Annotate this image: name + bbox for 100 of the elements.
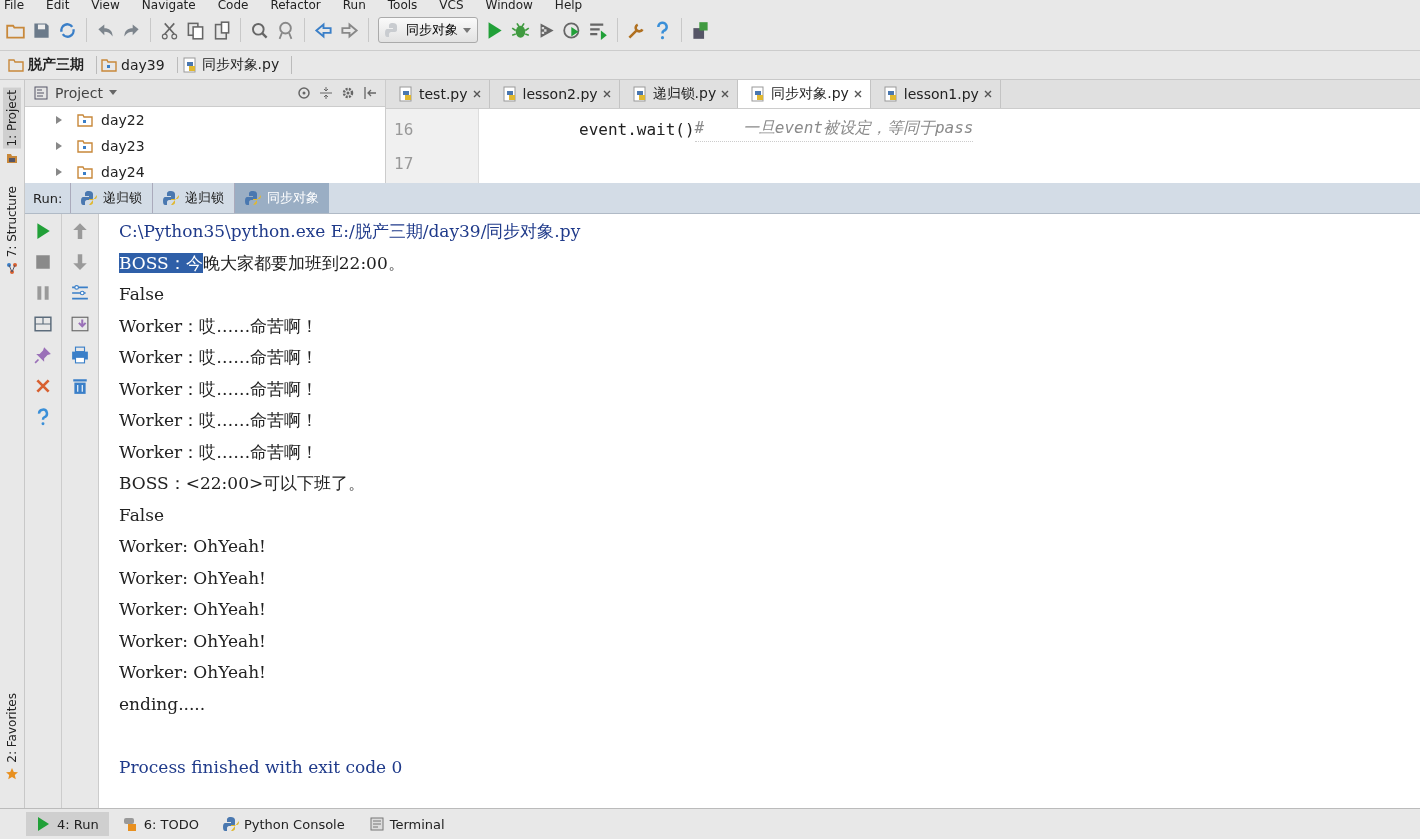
console-line: Worker：哎……命苦啊！ xyxy=(119,410,319,430)
folder-icon xyxy=(77,137,93,154)
pin-icon[interactable] xyxy=(34,346,52,364)
tool-window-tab[interactable]: 1: Project xyxy=(3,88,21,149)
terminal-icon xyxy=(368,816,385,832)
caret-icon xyxy=(108,90,117,96)
folder-icon xyxy=(8,57,24,73)
menu-item[interactable]: Run xyxy=(342,0,366,10)
line-number: 16 xyxy=(393,119,415,141)
target-icon[interactable] xyxy=(297,85,311,100)
sdk-icon[interactable] xyxy=(691,20,710,40)
menu-item[interactable]: Window xyxy=(485,0,533,10)
close-icon[interactable] xyxy=(34,377,52,395)
menu-item[interactable]: Help xyxy=(554,0,583,10)
stop-icon[interactable] xyxy=(34,253,52,271)
pause-icon[interactable] xyxy=(34,284,52,302)
console-line: Worker：哎……命苦啊！ xyxy=(119,441,319,462)
copy-icon[interactable] xyxy=(186,20,205,40)
editor-tab[interactable]: lesson2.py xyxy=(489,80,620,108)
forward-icon[interactable] xyxy=(340,20,359,40)
print-icon[interactable] xyxy=(71,346,89,364)
menu-item[interactable]: Navigate xyxy=(141,0,196,10)
close-icon[interactable] xyxy=(602,90,611,98)
python-icon xyxy=(163,190,180,206)
tool-window-tab[interactable]: 7: Structure xyxy=(3,183,21,259)
editor-tab[interactable]: 递归锁.py xyxy=(619,80,739,108)
editor-tab[interactable]: 同步对象.py xyxy=(738,80,871,108)
python-file-icon xyxy=(882,86,899,102)
replace-icon[interactable] xyxy=(276,20,295,40)
close-icon[interactable] xyxy=(472,90,481,98)
run-configuration-dropdown[interactable]: 同步对象 xyxy=(378,17,478,43)
folder-icon xyxy=(6,151,18,164)
sync-icon[interactable] xyxy=(58,20,77,40)
tree-item[interactable]: day22 xyxy=(55,106,385,133)
console-line: 晚大家都要加班到22:00。 xyxy=(202,252,405,273)
python-file-icon xyxy=(501,86,518,102)
menu-item[interactable]: Edit xyxy=(46,0,70,10)
menu-item[interactable]: Code xyxy=(217,0,249,10)
console-line: C:\Python35\python.exe E:/脱产三期/day39/同步对象.py xyxy=(119,221,581,241)
down-arrow-icon[interactable] xyxy=(71,253,89,271)
todo-icon xyxy=(122,816,139,832)
line-number: 17 xyxy=(393,153,415,175)
run-icon[interactable] xyxy=(34,222,52,240)
folder-icon xyxy=(101,57,117,73)
breadcrumb[interactable]: 脱产三期 xyxy=(8,56,97,74)
menu-item[interactable]: File xyxy=(4,0,25,10)
soft-wrap-icon[interactable] xyxy=(71,284,89,302)
python-icon xyxy=(245,190,262,206)
up-arrow-icon[interactable] xyxy=(71,222,89,240)
close-icon[interactable] xyxy=(721,90,730,98)
list-icon xyxy=(33,84,49,101)
run-tab[interactable]: 递归锁 xyxy=(70,183,153,213)
code-comment: # 一旦event被设定，等同于pass xyxy=(694,117,974,142)
back-icon[interactable] xyxy=(314,20,333,40)
layout-icon[interactable] xyxy=(34,315,52,333)
scroll-to-end-icon[interactable] xyxy=(71,315,89,333)
menu-item[interactable]: VCS xyxy=(439,0,464,10)
menu-item[interactable]: View xyxy=(91,0,120,10)
close-icon[interactable] xyxy=(853,90,862,98)
python-icon xyxy=(222,816,239,832)
menu-item[interactable]: Refactor xyxy=(270,0,321,10)
breadcrumb[interactable]: day39 xyxy=(101,57,178,73)
profile-icon[interactable] xyxy=(563,20,582,40)
console-line: Worker: OhYeah! xyxy=(119,599,266,619)
hide-icon[interactable] xyxy=(363,85,377,100)
editor-tab[interactable]: test.py xyxy=(386,80,490,108)
tree-item[interactable]: day23 xyxy=(55,132,385,159)
code-text: event.wait() xyxy=(579,119,695,141)
bug-icon[interactable] xyxy=(511,20,530,40)
python-file-icon xyxy=(750,86,767,102)
tool-window-tab[interactable]: 2: Favorites xyxy=(3,691,21,765)
project-view-dropdown[interactable]: Project xyxy=(33,84,163,101)
selected-text: BOSS：今 xyxy=(119,252,203,273)
collapse-icon[interactable] xyxy=(319,85,333,100)
settings-icon[interactable] xyxy=(341,85,355,100)
caret-icon xyxy=(463,27,471,33)
tool-window-tab[interactable]: 4: Run xyxy=(26,812,109,836)
trash-icon[interactable] xyxy=(71,377,89,395)
expand-arrow-icon xyxy=(55,115,63,124)
console-line: False xyxy=(119,284,164,304)
breadcrumb[interactable]: 同步对象.py xyxy=(181,56,293,74)
folder-icon xyxy=(77,163,93,180)
list-run-icon[interactable] xyxy=(589,20,608,40)
console-line: ending..... xyxy=(119,693,206,714)
menu-item[interactable]: Tools xyxy=(387,0,418,10)
star-icon xyxy=(6,768,18,780)
search-icon[interactable] xyxy=(250,20,269,40)
python-file-icon xyxy=(631,86,648,102)
expand-arrow-icon xyxy=(55,141,63,150)
console-line: Worker: OhYeah! xyxy=(119,536,266,556)
paste-icon[interactable] xyxy=(212,20,231,40)
editor-tab[interactable]: lesson1.py xyxy=(870,80,1001,108)
cut-icon[interactable] xyxy=(160,20,179,40)
save-icon[interactable] xyxy=(32,20,51,40)
tree-item[interactable]: day24 xyxy=(55,158,385,183)
python-icon xyxy=(81,190,98,206)
tool-window-tab[interactable]: 6: TODO xyxy=(112,812,209,836)
tool-window-tab[interactable]: Python Console xyxy=(212,812,355,836)
tool-window-tab[interactable]: Terminal xyxy=(358,812,455,836)
close-icon[interactable] xyxy=(983,90,992,98)
